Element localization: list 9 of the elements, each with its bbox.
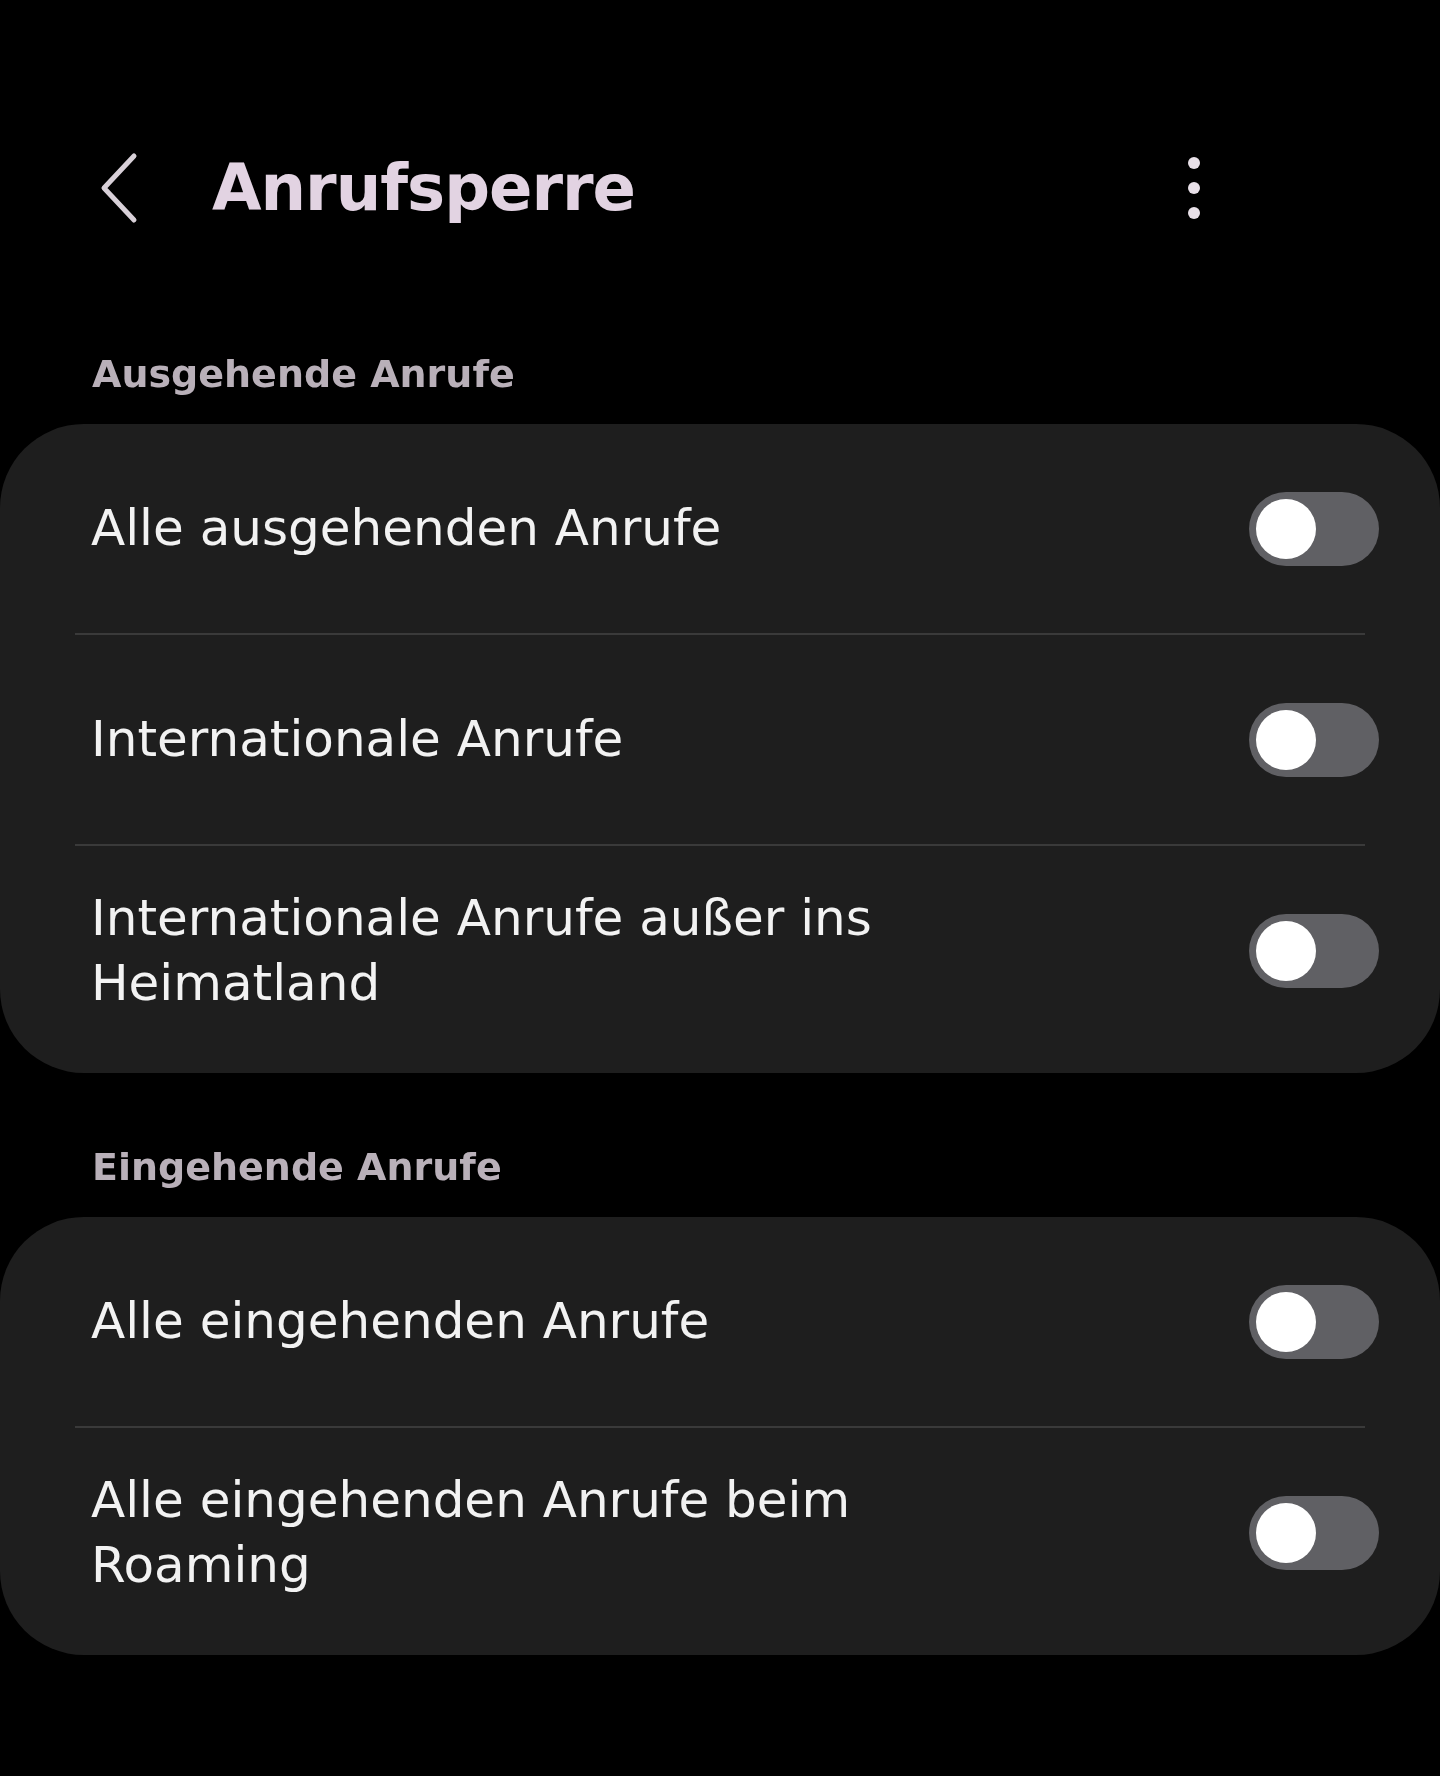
setting-label: Alle ausgehenden Anrufe <box>91 498 722 559</box>
more-options-icon <box>1187 156 1201 220</box>
setting-label: Internationale Anrufe außer ins Heimatland <box>91 887 873 1014</box>
setting-label: Alle eingehenden Anrufe <box>91 1291 710 1352</box>
setting-label: Alle eingehenden Anrufe beim Roaming <box>91 1469 852 1596</box>
section-heading: Ausgehende Anrufe <box>91 351 516 398</box>
setting-label: Internationale Anrufe <box>91 709 624 770</box>
page-title: Anrufsperre <box>212 151 636 225</box>
section-heading: Eingehende Anrufe <box>91 1144 503 1191</box>
